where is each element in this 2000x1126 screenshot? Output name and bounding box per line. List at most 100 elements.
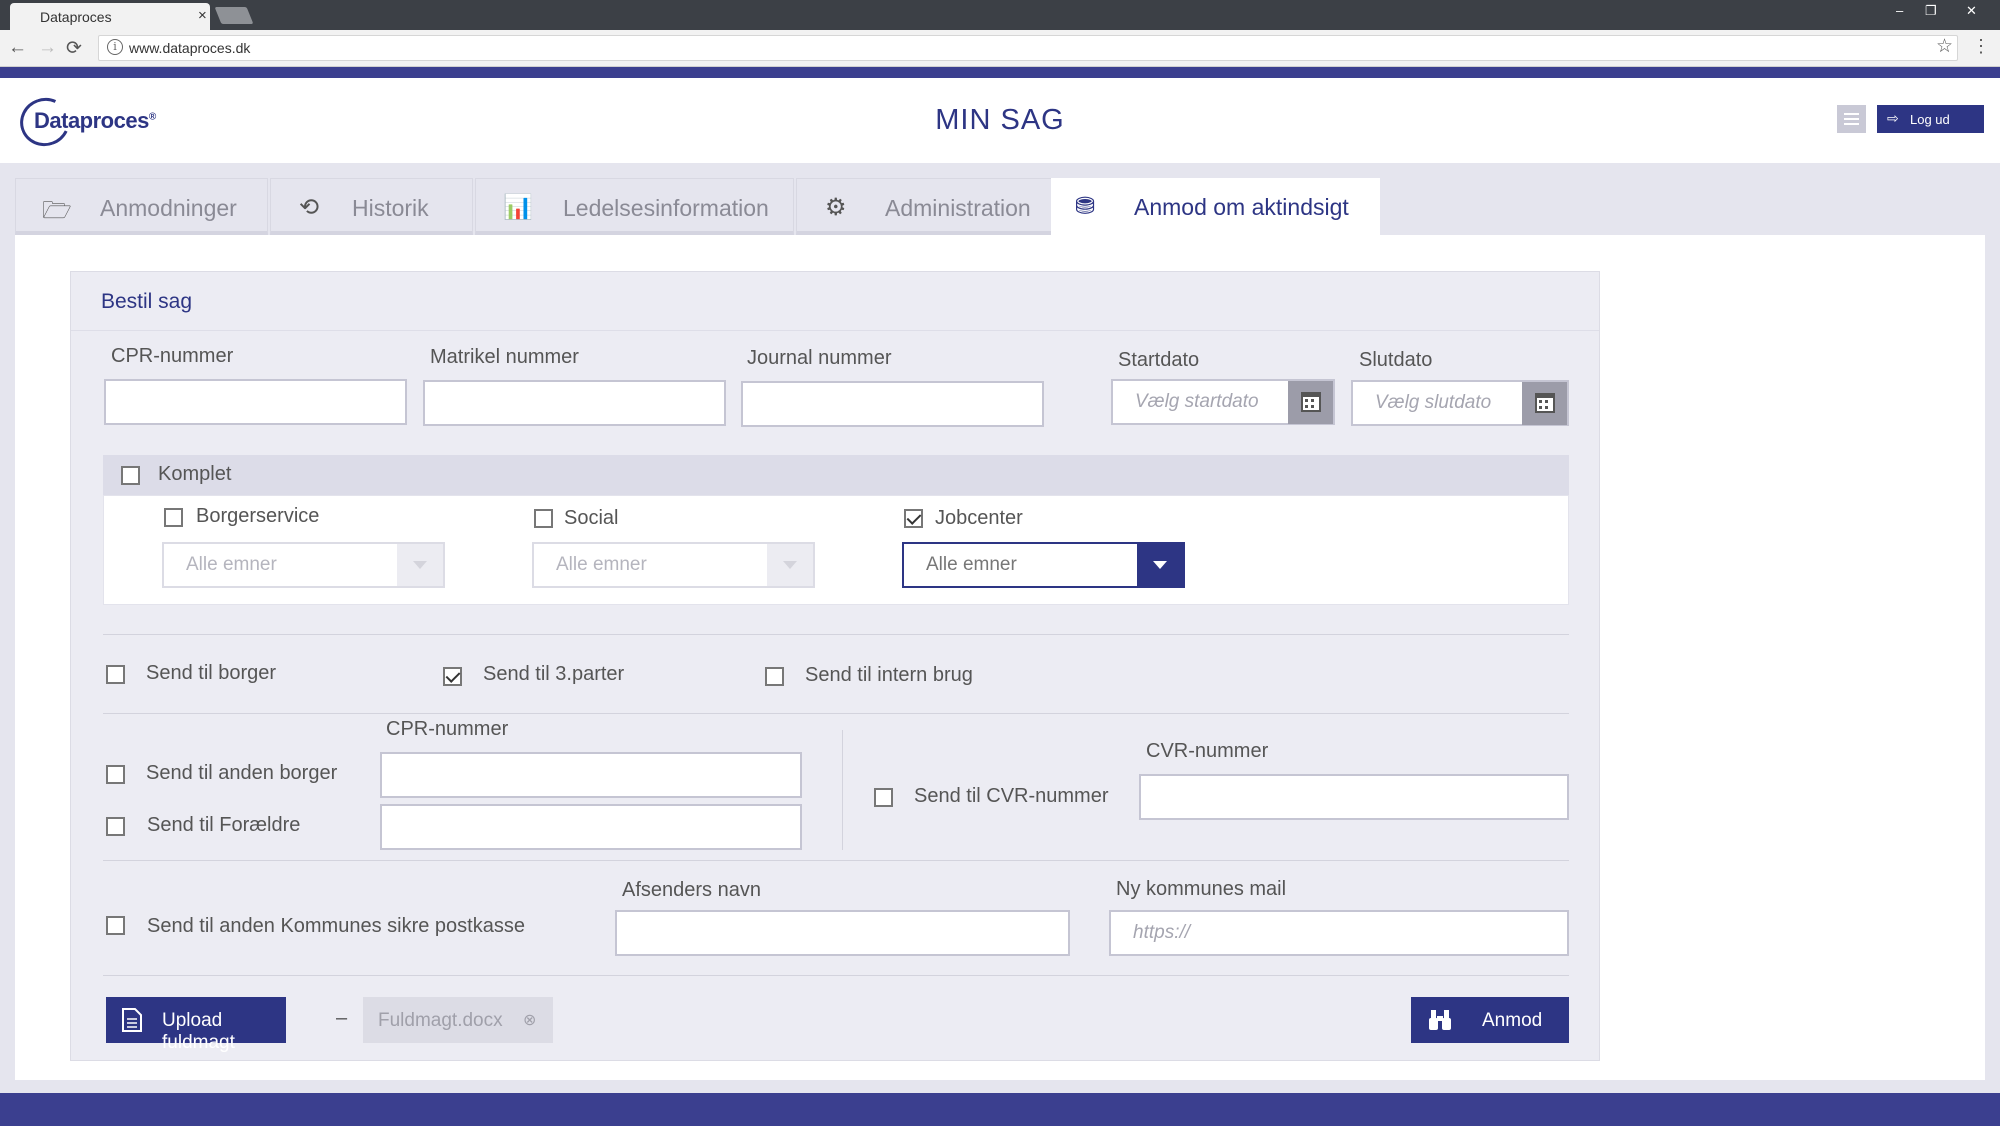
menu-bar [1844,118,1859,120]
borgerservice-label: Borgerservice [196,505,320,527]
tab-label: Administration [885,195,1031,221]
app-header: Dataproces® MIN SAG ⇨ Log ud [0,78,2000,163]
back-icon[interactable]: ← [8,37,27,59]
cvr-input[interactable] [1139,774,1569,820]
tab-ledelsesinformation[interactable]: 📊 Ledelsesinformation [475,178,794,235]
slutdato-placeholder: Vælg slutdato [1375,392,1492,413]
send-til-anden-borger-checkbox[interactable] [106,765,125,784]
reload-icon[interactable]: ⟳ [66,37,82,60]
browser-tabstrip: Dataproces × ‒ ❐ ✕ [0,0,2000,30]
dash: – [336,1007,348,1029]
matrikel-label: Matrikel nummer [430,346,579,368]
logout-button[interactable]: ⇨ Log ud [1877,105,1984,133]
vertical-divider [842,730,843,850]
category-panel: Borgerservice Alle emner Social Alle emn… [103,495,1569,605]
matrikel-input[interactable] [423,380,726,426]
hamburger-menu-button[interactable] [1837,105,1866,133]
tab-anmodninger[interactable]: 🗁 Anmodninger [15,178,268,235]
tab-anmod-om-aktindsigt[interactable]: ⛃ Anmod om aktindsigt [1051,178,1380,239]
tab-administration[interactable]: ⚙ Administration [796,178,1068,235]
browser-menu-icon[interactable]: ⋮ [1972,36,1990,57]
anmod-label: Anmod [1482,1010,1543,1031]
slutdato-label: Slutdato [1359,349,1433,371]
afsender-label: Afsenders navn [622,879,761,901]
site-info-icon[interactable]: i [107,39,123,55]
window-close-icon[interactable]: ✕ [1966,3,1977,19]
other-cpr-label: CPR-nummer [386,718,509,740]
divider [103,860,1569,861]
document-icon [122,1008,142,1032]
maximize-icon[interactable]: ❐ [1925,3,1937,19]
afsender-input[interactable] [615,910,1070,956]
logout-icon: ⇨ [1887,110,1899,126]
social-checkbox[interactable] [534,509,553,528]
footer-stripe [0,1093,2000,1126]
select-value: Alle emner [926,554,1017,575]
send-til-intern-brug-checkbox[interactable] [765,667,784,686]
borgerservice-select[interactable]: Alle emner [162,542,445,588]
jobcenter-checkbox[interactable] [904,509,923,528]
cpr-input[interactable] [104,379,407,425]
send-til-borger-checkbox[interactable] [106,665,125,684]
startdato-label: Startdato [1118,349,1200,371]
calendar-icon [1535,393,1555,413]
binoculars-icon: ⛃ [1075,193,1096,220]
chevron-down-icon [767,544,813,586]
remove-file-icon[interactable]: ⊗ [523,1010,536,1030]
folder-open-icon: 🗁 [42,197,72,224]
mail-label: Ny kommunes mail [1116,878,1287,900]
history-icon: ⟲ [299,194,320,221]
divider [71,330,1599,331]
divider [103,634,1569,635]
send-til-kommune-checkbox[interactable] [106,916,125,935]
address-bar: ← → ⟳ i www.dataproces.dk ☆ ⋮ [0,30,2000,67]
new-tab-button[interactable] [214,7,254,24]
startdato-placeholder: Vælg startdato [1135,391,1259,412]
url-text: www.dataproces.dk [129,40,251,56]
forward-icon[interactable]: → [38,37,57,59]
send-til-3parter-checkbox[interactable] [443,667,462,686]
cvr-label: CVR-nummer [1146,740,1269,762]
komplet-checkbox[interactable] [121,466,140,485]
slutdato-calendar-button[interactable] [1522,382,1567,425]
page-title: MIN SAG [935,104,1065,136]
bookmark-star-icon[interactable]: ☆ [1936,35,1953,58]
slutdato-input[interactable]: Vælg slutdato [1351,380,1569,426]
tab-label: Anmodninger [100,195,237,221]
browser-tab-title: Dataproces [40,9,112,25]
main-tabs: 🗁 Anmodninger ⟲ Historik 📊 Ledelsesinfor… [15,178,1985,239]
tab-close-icon[interactable]: × [198,7,207,24]
send-til-foraeldre-label: Send til Forældre [147,814,301,836]
anden-borger-cpr-input[interactable] [380,752,802,798]
binoculars-icon [1429,1010,1451,1030]
tab-historik[interactable]: ⟲ Historik [270,178,473,235]
send-til-anden-borger-label: Send til anden borger [146,762,338,784]
borgerservice-checkbox[interactable] [164,508,183,527]
startdato-calendar-button[interactable] [1288,381,1333,424]
send-til-cvr-checkbox[interactable] [874,788,893,807]
upload-fuldmagt-button[interactable]: Upload fuldmagt [106,997,286,1053]
anmod-button[interactable]: Anmod [1411,997,1569,1043]
form-title: Bestil sag [101,290,193,313]
browser-tab[interactable]: Dataproces × [10,3,210,30]
send-til-foraeldre-checkbox[interactable] [106,817,125,836]
tab-label: Ledelsesinformation [563,195,769,221]
mail-input[interactable]: https:// [1109,910,1569,956]
url-field[interactable]: i www.dataproces.dk [98,35,1958,61]
jobcenter-select[interactable]: Alle emner [902,542,1185,588]
send-til-cvr-label: Send til CVR-nummer [914,785,1109,807]
social-select[interactable]: Alle emner [532,542,815,588]
minimize-icon[interactable]: ‒ [1896,3,1903,18]
select-value: Alle emner [556,554,647,575]
startdato-input[interactable]: Vælg startdato [1111,379,1335,425]
journal-input[interactable] [741,381,1044,427]
gears-icon: ⚙ [825,194,847,221]
tab-label: Historik [352,195,429,221]
divider [103,975,1569,976]
journal-label: Journal nummer [747,347,892,369]
foraeldre-cpr-input[interactable] [380,804,802,850]
social-label: Social [564,507,619,529]
bar-chart-icon: 📊 [503,194,533,221]
cpr-label: CPR-nummer [111,345,234,367]
jobcenter-label: Jobcenter [935,507,1023,529]
